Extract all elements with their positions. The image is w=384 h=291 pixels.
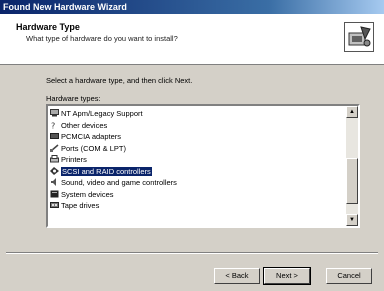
list-item[interactable]: PCMCIA adapters [50, 131, 342, 143]
page-title: Hardware Type [16, 22, 80, 32]
window-title: Found New Hardware Wizard [3, 2, 127, 12]
sound-icon [50, 178, 59, 186]
page-subtitle: What type of hardware do you want to ins… [26, 34, 178, 43]
scroll-down-icon[interactable]: ▼ [346, 214, 358, 226]
wizard-header: Hardware Type What type of hardware do y… [0, 14, 384, 65]
svg-text:?: ? [51, 121, 55, 129]
hardware-wizard-icon [344, 22, 374, 52]
instruction-text: Select a hardware type, and then click N… [46, 76, 193, 85]
back-button[interactable]: < Back [214, 268, 260, 284]
list-item-selected[interactable]: SCSI and RAID controllers [50, 166, 342, 178]
vertical-scrollbar[interactable]: ▲ ▼ [346, 106, 358, 226]
list-item[interactable]: Sound, video and game controllers [50, 177, 342, 189]
list-item[interactable]: ? Other devices [50, 120, 342, 132]
computer-icon [50, 109, 59, 117]
tape-icon [50, 201, 59, 209]
title-bar[interactable]: Found New Hardware Wizard [0, 0, 384, 14]
list-item[interactable]: NT Apm/Legacy Support [50, 108, 342, 120]
scroll-up-icon[interactable]: ▲ [346, 106, 358, 118]
list-item[interactable]: System devices [50, 189, 342, 201]
list-item[interactable]: Tape drives [50, 200, 342, 212]
list-label: Hardware types: [46, 94, 101, 103]
port-icon [50, 143, 59, 152]
printer-icon [50, 155, 59, 163]
next-button[interactable]: Next > [263, 267, 311, 285]
divider [6, 252, 378, 254]
system-icon [50, 190, 59, 198]
question-icon: ? [50, 121, 59, 130]
card-icon [50, 132, 59, 140]
hardware-types-list[interactable]: NT Apm/Legacy Support ? Other devices PCM… [46, 104, 360, 228]
list-item[interactable]: Ports (COM & LPT) [50, 143, 342, 155]
list-item[interactable]: Printers [50, 154, 342, 166]
wizard-window: Found New Hardware Wizard Hardware Type … [0, 0, 384, 291]
cancel-button[interactable]: Cancel [326, 268, 372, 284]
list-items: NT Apm/Legacy Support ? Other devices PCM… [50, 108, 342, 212]
scroll-thumb[interactable] [346, 158, 358, 204]
scsi-icon [50, 166, 59, 175]
